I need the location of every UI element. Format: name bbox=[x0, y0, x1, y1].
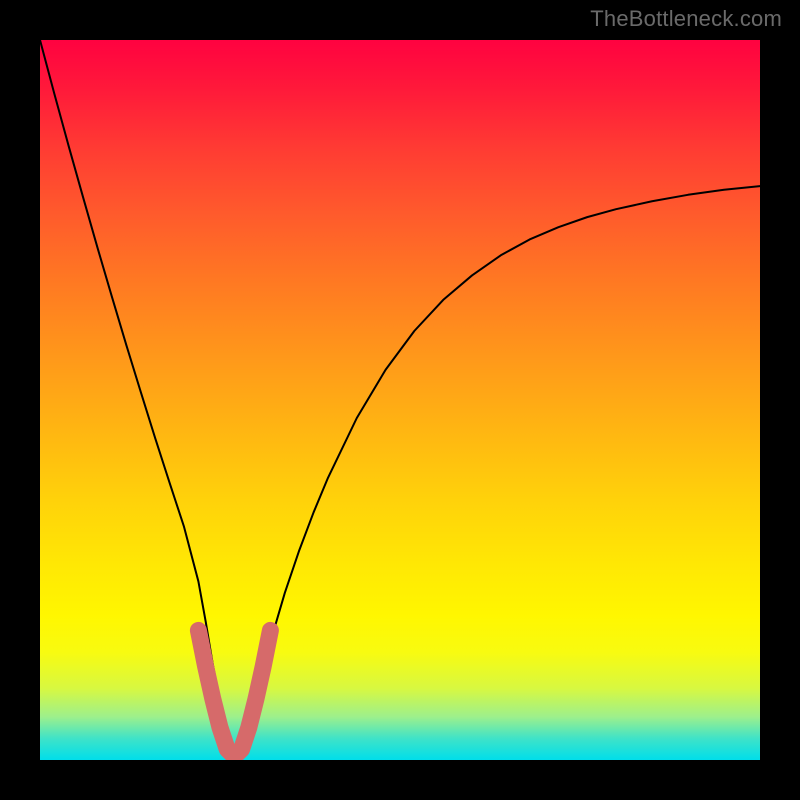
chart-plot-area bbox=[40, 40, 760, 760]
attribution-text: TheBottleneck.com bbox=[590, 6, 782, 32]
chart-frame: TheBottleneck.com bbox=[0, 0, 800, 800]
trough-highlight bbox=[198, 630, 270, 756]
chart-svg bbox=[40, 40, 760, 760]
bottleneck-curve bbox=[40, 40, 760, 753]
